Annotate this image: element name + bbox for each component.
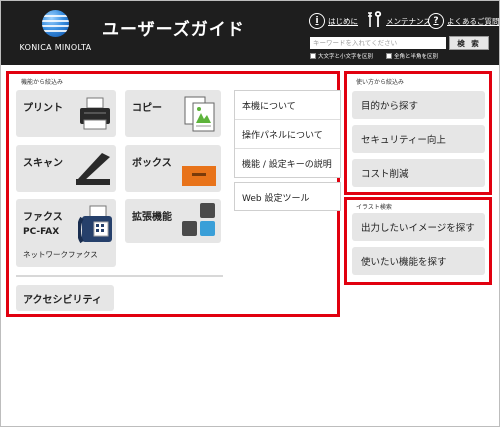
copy-tile[interactable]: コピー	[125, 90, 221, 137]
scanner-icon	[76, 153, 110, 185]
web-tool-box: Web 設定ツール	[234, 182, 341, 211]
maintenance-link[interactable]: メンテナンス	[367, 11, 431, 31]
globe-logo-icon	[42, 10, 69, 37]
list-item-control-panel[interactable]: 操作パネルについて	[235, 120, 340, 149]
scan-tile[interactable]: スキャン	[16, 145, 116, 192]
brand-name: KONICA MINOLTA	[19, 43, 92, 52]
user-guide-page: KONICA MINOLTA ユーザーズガイド i はじめに メンテナンス ? …	[0, 0, 500, 427]
case-sensitive-option[interactable]: 大文字と小文字を区別	[310, 52, 373, 60]
page-title: ユーザーズガイド	[102, 20, 245, 40]
storage-box-icon	[182, 166, 216, 186]
konica-minolta-logo[interactable]: KONICA MINOLTA	[18, 10, 93, 60]
extension-label: 拡張機能	[132, 212, 172, 223]
box-label: ボックス	[132, 158, 172, 169]
maintenance-link-label: メンテナンス	[386, 16, 431, 26]
print-tile[interactable]: プリント	[16, 90, 116, 137]
search-button[interactable]: 検 索	[449, 36, 489, 50]
accessibility-tile[interactable]: アクセシビリティ	[16, 285, 114, 311]
wrench-icon	[367, 11, 383, 31]
usage-panel-label: 使い方から絞込み	[356, 79, 405, 86]
accessibility-label: アクセシビリティ	[23, 295, 102, 306]
scan-label: スキャン	[23, 158, 63, 169]
network-fax-label: ネットワークファクス	[23, 250, 98, 259]
intro-link-label: はじめに	[328, 16, 358, 26]
info-icon: i	[309, 13, 325, 29]
header-bar: KONICA MINOLTA ユーザーズガイド i はじめに メンテナンス ? …	[1, 1, 500, 65]
fax-tile[interactable]: ファクス PC-FAX ネットワークファクス	[16, 199, 116, 267]
security-improvement-button[interactable]: セキュリティー向上	[352, 125, 485, 153]
cost-reduction-button[interactable]: コスト削減	[352, 159, 485, 187]
find-output-image-button[interactable]: 出力したいイメージを探す	[352, 213, 485, 241]
list-item-key-description[interactable]: 機能 / 設定キーの説明	[235, 149, 340, 178]
box-tile[interactable]: ボックス	[125, 145, 221, 192]
function-filter-panel: 機能から絞込み プリント コピー スキャン ボックス ファクス PC-FAX ネ…	[6, 71, 341, 317]
case-checkbox[interactable]	[310, 53, 316, 59]
pc-fax-label: PC-FAX	[23, 227, 60, 237]
info-list: 本機について 操作パネルについて 機能 / 設定キーの説明	[234, 90, 341, 178]
panel-divider	[16, 275, 223, 277]
search-input[interactable]	[310, 37, 446, 49]
faq-link-label: よくあるご質問	[447, 16, 500, 26]
function-panel-label: 機能から絞込み	[21, 79, 64, 86]
width-option-label: 全角と半角を区別	[394, 54, 439, 60]
copy-label: コピー	[132, 103, 162, 114]
search-by-purpose-button[interactable]: 目的から探す	[352, 91, 485, 119]
intro-link[interactable]: i はじめに	[309, 11, 358, 31]
print-label: プリント	[23, 103, 63, 114]
app-grid-icon	[182, 203, 215, 236]
illustration-panel-label: イラスト検索	[356, 204, 392, 211]
faq-link[interactable]: ? よくあるご質問	[428, 11, 500, 31]
list-item-about-machine[interactable]: 本機について	[235, 91, 340, 120]
fax-machine-icon	[78, 205, 112, 244]
width-checkbox[interactable]	[386, 53, 392, 59]
printer-icon	[80, 97, 110, 130]
extension-tile[interactable]: 拡張機能	[125, 199, 221, 243]
question-icon: ?	[428, 13, 444, 29]
width-sensitive-option[interactable]: 全角と半角を区別	[386, 52, 438, 60]
case-option-label: 大文字と小文字を区別	[318, 54, 374, 60]
fax-label: ファクス	[23, 212, 63, 223]
web-settings-tool-link[interactable]: Web 設定ツール	[235, 183, 340, 212]
find-function-button[interactable]: 使いたい機能を探す	[352, 247, 485, 275]
copy-documents-icon	[184, 96, 215, 132]
